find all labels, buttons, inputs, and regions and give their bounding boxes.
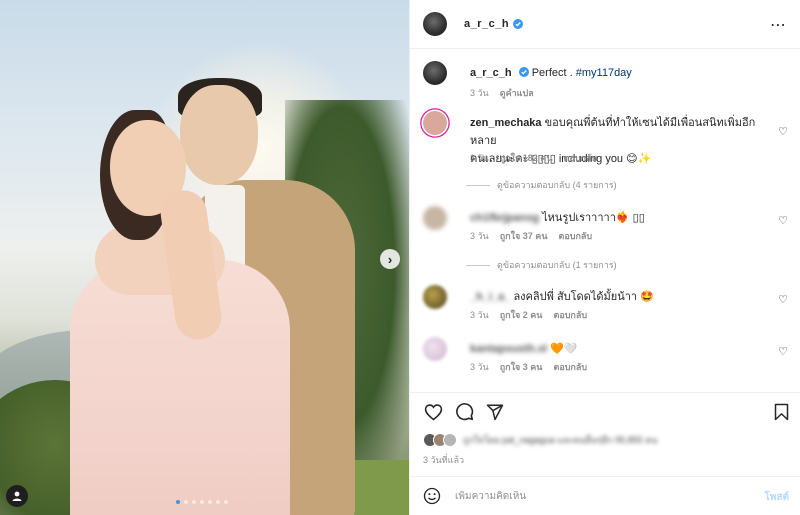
post-media[interactable]: › xyxy=(0,0,409,515)
caption-time: 3 วัน xyxy=(470,88,489,98)
carousel-dot xyxy=(200,500,204,504)
comment-time: 3 วัน xyxy=(470,362,489,372)
reply-button[interactable]: ตอบกลับ xyxy=(553,360,587,374)
comment-likes[interactable]: ถูกใจ 37 คน xyxy=(500,229,548,243)
liker-avatar xyxy=(443,433,457,447)
author-avatar-small[interactable] xyxy=(423,61,447,85)
comment-time: 3 วัน xyxy=(470,231,489,241)
tagged-users-button[interactable] xyxy=(6,485,28,507)
view-replies-label: ดูข้อความตอบกลับ (1 รายการ) xyxy=(497,260,617,270)
caption-text: a_r_c_h Perfect . #my117day xyxy=(470,64,770,82)
comment-icon xyxy=(455,403,473,421)
comment-meta: 3 วัน ถูกใจ 182 คน ตอบกลับ xyxy=(470,151,597,165)
user-icon xyxy=(12,491,22,501)
commenter-avatar[interactable] xyxy=(423,285,447,309)
view-replies-button[interactable]: ดูข้อความตอบกลับ (4 รายการ) xyxy=(466,178,617,192)
caption-body: Perfect . xyxy=(531,67,573,79)
view-replies-button[interactable]: ดูข้อความตอบกลับ (1 รายการ) xyxy=(466,258,617,272)
post-comment-button[interactable]: โพสต์ xyxy=(764,490,789,505)
comment-username[interactable]: _h_i_a_ xyxy=(470,291,510,303)
comment-likes[interactable]: ถูกใจ 182 คน xyxy=(500,151,553,165)
save-button[interactable] xyxy=(774,403,789,424)
like-button[interactable] xyxy=(422,401,444,423)
reply-button[interactable]: ตอบกลับ xyxy=(553,308,587,322)
carousel-dot xyxy=(184,500,188,504)
more-options-icon[interactable]: ⋯ xyxy=(770,15,787,35)
comment-body: 🧡🤍 xyxy=(550,343,578,355)
comment-text: ch1fbrjpansg ไหนรูปเราาาาา❤️‍🔥 ▯▯ xyxy=(470,209,770,227)
comment-likes[interactable]: ถูกใจ 3 คน xyxy=(500,360,543,374)
replies-divider xyxy=(466,184,490,186)
groom-face xyxy=(180,85,258,185)
comment-meta: 3 วัน ถูกใจ 37 คน ตอบกลับ xyxy=(470,229,592,243)
carousel-dot xyxy=(224,500,228,504)
post-actions xyxy=(410,392,800,430)
heart-icon[interactable]: ♡ xyxy=(778,293,788,306)
heart-icon xyxy=(424,403,442,421)
post-header: a_r_c_h ⋯ xyxy=(410,0,800,49)
commenter-avatar[interactable] xyxy=(423,337,447,361)
likes-text: ถูกใจโดย pat_nagagua และคนอื่นๆอีก 95,85… xyxy=(463,435,658,445)
caption-meta: 3 วัน ดูคำแปล xyxy=(470,86,534,100)
reply-button[interactable]: ตอบกลับ xyxy=(563,151,597,165)
carousel-dot xyxy=(216,500,220,504)
carousel-dot xyxy=(176,500,180,504)
next-slide-button[interactable]: › xyxy=(380,249,400,269)
caption-hashtag[interactable]: #my117day xyxy=(576,67,632,79)
verified-icon xyxy=(513,19,524,29)
comment-username[interactable]: ch1fbrjpansg xyxy=(470,212,539,224)
comments-list[interactable]: a_r_c_h Perfect . #my117day 3 วัน ดูคำแป… xyxy=(410,50,800,392)
comment-input[interactable] xyxy=(455,490,735,502)
commenter-avatar[interactable] xyxy=(423,206,447,230)
comment-username[interactable]: kantapsusth.sl xyxy=(470,343,547,355)
view-replies-label: ดูข้อความตอบกลับ (4 รายการ) xyxy=(497,180,617,190)
comment-meta: 3 วัน ถูกใจ 3 คน ตอบกลับ xyxy=(470,360,587,374)
likes-summary[interactable]: ถูกใจโดย pat_nagagua และคนอื่นๆอีก 95,85… xyxy=(423,433,657,447)
comment-text: _h_i_a_ ลงคลิปพี่ สับโดดได้มั้ยน้าา 🤩 xyxy=(470,288,770,306)
comment-body: ไหนรูปเราาาาา❤️‍🔥 ▯▯ xyxy=(542,212,645,224)
posted-time: 3 วันที่แล้ว xyxy=(423,455,465,465)
author-avatar[interactable] xyxy=(423,12,447,36)
share-icon xyxy=(486,404,504,420)
verified-icon xyxy=(518,67,529,77)
translate-button[interactable]: ดูคำแปล xyxy=(500,86,534,100)
carousel-dot xyxy=(208,500,212,504)
share-button[interactable] xyxy=(484,401,506,423)
heart-icon[interactable]: ♡ xyxy=(778,214,788,227)
reply-button[interactable]: ตอบกลับ xyxy=(558,229,592,243)
comment-time: 3 วัน xyxy=(470,310,489,320)
commenter-avatar[interactable] xyxy=(423,111,447,135)
heart-icon[interactable]: ♡ xyxy=(778,345,788,358)
post-panel: a_r_c_h ⋯ a_r_c_h Perfect . #my117day 3 … xyxy=(409,0,800,515)
liker-avatars xyxy=(423,433,457,447)
comment-time: 3 วัน xyxy=(470,153,489,163)
comment-text: kantapsusth.sl 🧡🤍 xyxy=(470,340,770,358)
author-username[interactable]: a_r_c_h xyxy=(464,18,509,30)
comment-likes[interactable]: ถูกใจ 2 คน xyxy=(500,308,543,322)
add-comment-bar: โพสต์ xyxy=(410,476,800,515)
next-arrow-icon: › xyxy=(387,251,393,267)
comment-meta: 3 วัน ถูกใจ 2 คน ตอบกลับ xyxy=(470,308,587,322)
comment-body: ลงคลิปพี่ สับโดดได้มั้ยน้าา 🤩 xyxy=(513,291,654,303)
comment-username[interactable]: zen_mechaka xyxy=(470,117,542,129)
replies-divider xyxy=(466,264,490,266)
comment-button[interactable] xyxy=(453,401,475,423)
carousel-indicator xyxy=(176,500,228,504)
bookmark-icon xyxy=(774,403,789,421)
caption-username[interactable]: a_r_c_h xyxy=(470,67,512,79)
carousel-dot xyxy=(192,500,196,504)
heart-icon[interactable]: ♡ xyxy=(778,125,788,138)
emoji-icon[interactable] xyxy=(423,487,441,505)
